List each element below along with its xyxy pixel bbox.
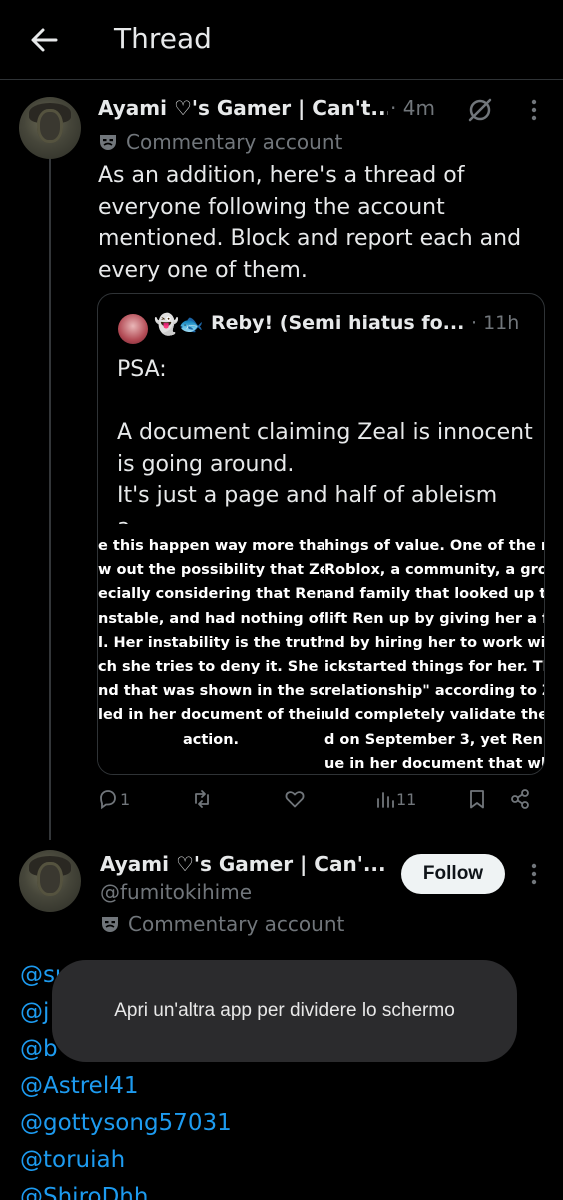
mask-icon [100,135,116,150]
document-line: ue in her document that wha [324,755,544,772]
quote-author-emojis: 👻🐟 [154,312,204,336]
document-line: uld completely validate the e [324,707,544,724]
tweet-time: · 4m [390,96,435,120]
quoted-tweet-card[interactable]: 👻🐟 Reby! (Semi hiatus fo... · 11h PSA: A… [97,293,545,775]
page-title: Thread [114,22,212,55]
tweet-text: As an addition, here's a thread of every… [98,163,522,283]
mention-link[interactable]: @toruiah [20,1142,232,1179]
heart-icon [285,791,305,808]
share-icon [511,789,529,809]
views-count: 11 [396,789,417,809]
document-line: ickstarted things for her. The [324,659,544,676]
more-options-icon[interactable] [524,98,544,122]
follow-button[interactable]: Follow [401,854,505,894]
tweet-action-bar: 1 11 [97,788,547,818]
quote-line: A document claiming Zeal is innocent [117,420,533,445]
mention-link[interactable]: @ShiroDhh [20,1179,232,1200]
reply-commentary-label: Commentary account [100,912,344,936]
grok-icon[interactable] [466,96,494,124]
reply-button[interactable]: 1 [97,788,130,810]
reply-icon [100,790,116,810]
share-button[interactable] [509,788,531,810]
split-screen-toast: Apri un'altra app per dividere lo scherm… [52,960,517,1062]
document-line: ch she tries to deny it. She ha [98,659,324,676]
bookmark-button[interactable] [466,788,488,810]
document-line: d on September 3, yet Ren co [324,731,544,748]
quote-author-name: Reby! (Semi hiatus fo... [211,312,465,334]
bookmark-icon [470,790,484,809]
document-line: Roblox, a community, a grou [324,562,544,579]
repost-icon [195,790,209,808]
document-line: ecially considering that Ren ( [98,586,324,603]
quote-document-image[interactable]: e this happen way more than w out the po… [98,524,544,774]
views-icon [377,792,394,808]
reply-author-handle[interactable]: @fumitokihime [100,880,252,904]
document-line: nstable, and had nothing of va [98,610,324,627]
document-line: lift Ren up by giving her a fo [324,610,544,627]
thread-connector-line [49,150,51,840]
quote-time: · 11h [471,312,520,334]
reply-more-options-icon[interactable] [524,862,544,886]
quote-line: is going around. [117,451,295,477]
mention-link[interactable]: @Astrel41 [20,1068,232,1105]
document-line: relationship" according to Ze [324,683,544,700]
document-line: and family that looked up to h [324,586,544,603]
document-line: action. [182,731,240,748]
document-line: nd by hiring her to work with [324,634,544,651]
reply-author-avatar[interactable] [19,850,81,912]
document-right-column: hings of value. One of the m Roblox, a c… [324,534,544,774]
author-avatar[interactable] [19,97,81,159]
document-line: hings of value. One of the m [324,538,544,554]
author-name[interactable]: Ayami ♡'s Gamer | Can't... [98,96,388,120]
like-button[interactable] [284,788,306,810]
document-line: led in her document of their [ [98,707,324,724]
reply-count: 1 [120,789,131,809]
mention-link[interactable]: @gottysong57031 [20,1105,232,1142]
top-bar: Thread [0,0,563,80]
back-arrow-icon[interactable] [26,22,62,58]
mask-icon [102,917,118,932]
views-button[interactable]: 11 [374,788,416,810]
document-line: e this happen way more than [98,538,324,554]
quote-text: PSA: A document claiming Zeal is innocen… [117,354,537,543]
document-line: nd that was shown in the scr [98,683,324,700]
quote-line [117,386,537,418]
reply-author-name[interactable]: Ayami ♡'s Gamer | Can'... [100,852,385,876]
document-line: w out the possibility that Zea [98,562,324,579]
document-left-column: e this happen way more than w out the po… [98,534,324,752]
commentary-label: Commentary account [98,130,342,154]
document-line: l. Her instability is the truth n [98,634,324,651]
repost-button[interactable] [191,788,213,810]
commentary-label-text: Commentary account [126,130,343,154]
quote-author-avatar [118,314,148,344]
quote-line: PSA: [117,357,167,382]
reply-commentary-label-text: Commentary account [128,912,345,936]
